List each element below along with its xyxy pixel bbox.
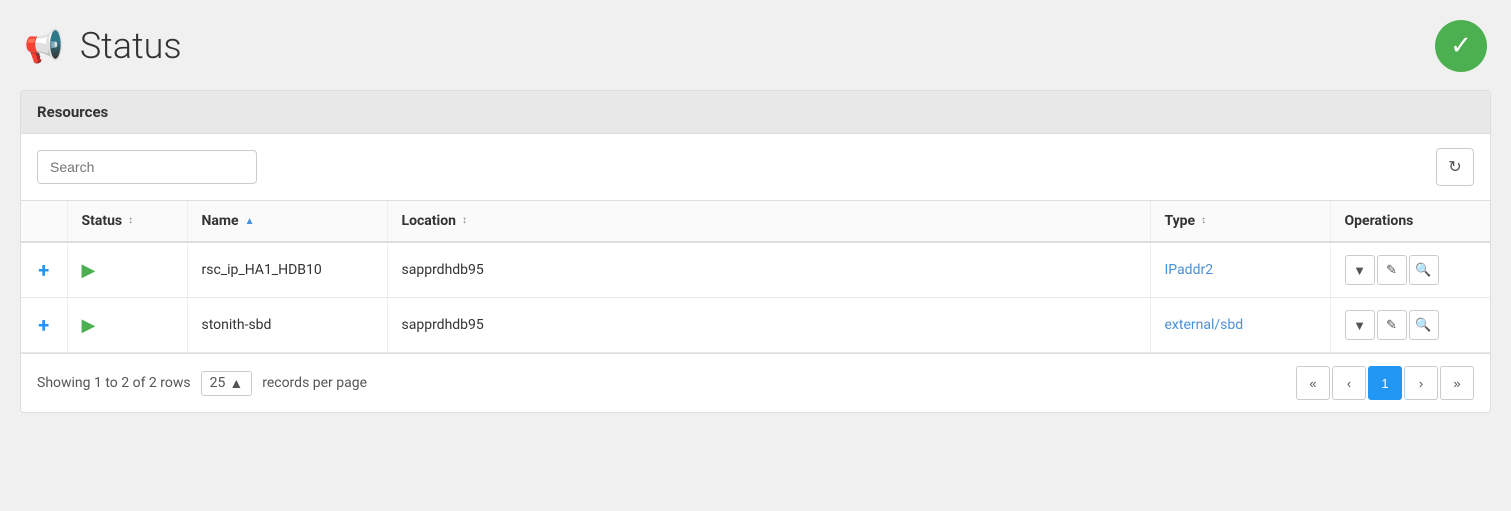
sort-type-icon: ↕ [1201,216,1206,226]
edit-icon: ✎ [1386,262,1397,278]
search-input[interactable] [37,150,257,184]
ops-group: ▼ ✎ 🔍 [1345,255,1477,285]
cell-name: rsc_ip_HA1_HDB10 [187,242,387,298]
sort-status-icon: ↕ [128,216,133,226]
th-operations: Operations [1330,201,1490,242]
footer-info: Showing 1 to 2 of 2 rows 25 ▲ records pe… [37,371,367,396]
page-last-button[interactable]: » [1440,366,1474,400]
records-per-page-label: records per page [262,375,367,391]
cell-expand[interactable]: + [21,298,67,353]
ops-group: ▼ ✎ 🔍 [1345,310,1477,340]
th-location[interactable]: Location ↕ [387,201,1150,242]
refresh-button[interactable]: ↻ [1436,148,1474,186]
per-page-value: 25 [210,375,226,391]
cell-type: external/sbd [1150,298,1330,353]
per-page-arrow: ▲ [229,375,243,392]
dropdown-icon: ▼ [1353,318,1366,333]
cell-status: ▶ [67,298,187,353]
toolbar: ↻ [21,134,1490,201]
cell-type: IPaddr2 [1150,242,1330,298]
th-type[interactable]: Type ↕ [1150,201,1330,242]
search-icon: 🔍 [1415,262,1431,278]
section-label: Resources [37,103,108,121]
ops-dropdown-button[interactable]: ▼ [1345,255,1375,285]
cell-operations: ▼ ✎ 🔍 [1330,242,1490,298]
ops-edit-button[interactable]: ✎ [1377,310,1407,340]
table-row: + ▶ stonith-sbd sapprdhdb95 external/sbd… [21,298,1490,353]
th-name[interactable]: Name ▲ [187,201,387,242]
dropdown-icon: ▼ [1353,263,1366,278]
page-next-button[interactable]: › [1404,366,1438,400]
title-area: 📢 Status [24,25,182,67]
expand-plus-icon[interactable]: + [38,258,49,282]
cell-operations: ▼ ✎ 🔍 [1330,298,1490,353]
showing-text: Showing 1 to 2 of 2 rows [37,375,191,391]
cell-expand[interactable]: + [21,242,67,298]
card-footer: Showing 1 to 2 of 2 rows 25 ▲ records pe… [21,353,1490,412]
th-expand [21,201,67,242]
page-header: 📢 Status ✓ [20,20,1491,72]
th-status[interactable]: Status ↕ [67,201,187,242]
card-header: Resources [21,91,1490,134]
type-link[interactable]: IPaddr2 [1165,262,1214,278]
cell-status: ▶ [67,242,187,298]
cell-location: sapprdhdb95 [387,242,1150,298]
page-1-button[interactable]: 1 [1368,366,1402,400]
search-icon: 🔍 [1415,317,1431,333]
status-play-icon: ▶ [82,260,96,281]
ops-dropdown-button[interactable]: ▼ [1345,310,1375,340]
per-page-selector[interactable]: 25 ▲ [201,371,253,396]
page-title: Status [80,25,182,67]
checkmark-icon: ✓ [1450,31,1472,61]
ops-search-button[interactable]: 🔍 [1409,310,1439,340]
megaphone-icon: 📢 [24,27,64,65]
status-play-icon: ▶ [82,315,96,336]
sort-location-icon: ↕ [462,216,467,226]
ops-edit-button[interactable]: ✎ [1377,255,1407,285]
ops-search-button[interactable]: 🔍 [1409,255,1439,285]
pagination: « ‹ 1 › » [1296,366,1474,400]
resources-card: Resources ↻ Status ↕ Name ▲ [20,90,1491,413]
expand-plus-icon[interactable]: + [38,313,49,337]
resources-table: Status ↕ Name ▲ Location ↕ [21,201,1490,353]
refresh-icon: ↻ [1448,157,1461,177]
cell-location: sapprdhdb95 [387,298,1150,353]
page-prev-button[interactable]: ‹ [1332,366,1366,400]
type-link[interactable]: external/sbd [1165,317,1244,333]
page-first-button[interactable]: « [1296,366,1330,400]
sort-name-icon: ▲ [245,216,255,227]
edit-icon: ✎ [1386,317,1397,333]
table-row: + ▶ rsc_ip_HA1_HDB10 sapprdhdb95 IPaddr2… [21,242,1490,298]
table-header-row: Status ↕ Name ▲ Location ↕ [21,201,1490,242]
status-ok-badge: ✓ [1435,20,1487,72]
cell-name: stonith-sbd [187,298,387,353]
